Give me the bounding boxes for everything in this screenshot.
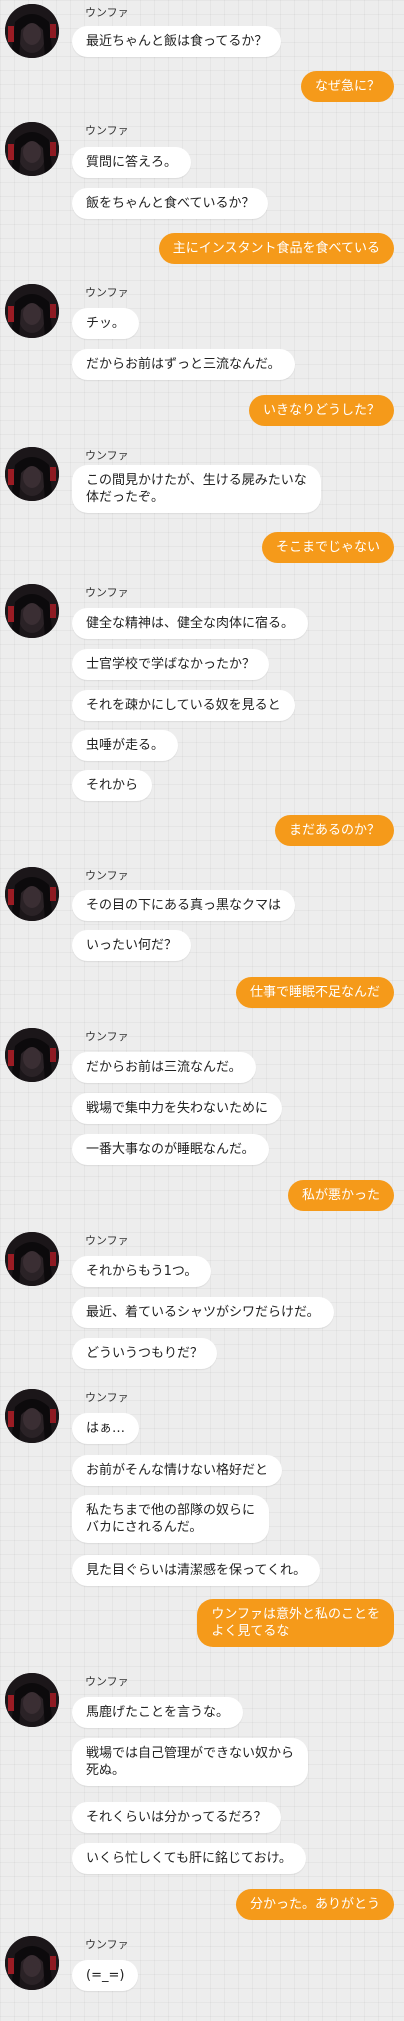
sender-name: ウンファ <box>85 449 129 462</box>
incoming-message-bubble[interactable]: 私たちまで他の部隊の奴らに バカにされるんだ。 <box>72 1495 270 1543</box>
outgoing-message-bubble[interactable]: ウンファは意外と私のことを よく見てるな <box>197 1599 394 1647</box>
incoming-message-bubble[interactable]: 見た目ぐらいは清潔感を保ってくれ。 <box>72 1555 321 1586</box>
outgoing-message-bubble[interactable]: まだあるのか？ <box>274 815 394 846</box>
outgoing-message-bubble[interactable]: 主にインスタント食品を食べている <box>158 233 394 264</box>
outgoing-message-bubble[interactable]: なぜ急に？ <box>300 71 394 102</box>
incoming-message-bubble[interactable]: それから <box>72 770 153 801</box>
avatar[interactable] <box>5 4 59 58</box>
avatar[interactable] <box>5 1673 59 1727</box>
incoming-message-bubble[interactable]: 最近ちゃんと飯は食ってるか？ <box>72 26 282 57</box>
incoming-message-bubble[interactable]: お前がそんな情けない格好だと <box>72 1455 283 1486</box>
sender-name: ウンファ <box>85 1391 129 1404</box>
outgoing-message-bubble[interactable]: 分かった。ありがとう <box>235 1889 394 1920</box>
avatar[interactable] <box>5 1232 59 1286</box>
incoming-message-bubble[interactable]: いくら忙しくても肝に銘じておけ。 <box>72 1843 306 1874</box>
incoming-message-bubble[interactable]: 一番大事なのが睡眠なんだ。 <box>72 1134 269 1165</box>
incoming-message-bubble[interactable]: 士官学校で学ばなかったか？ <box>72 649 270 680</box>
chat-log: ウンファ 最近ちゃんと飯は食ってるか？ なぜ急に？ ウンファ 質問に答えろ。 飯をちゃんと… <box>0 0 404 2021</box>
avatar[interactable] <box>5 284 59 338</box>
avatar[interactable] <box>5 447 59 501</box>
incoming-message-bubble[interactable]: チッ。 <box>72 308 139 339</box>
sender-name: ウンファ <box>85 1234 129 1247</box>
avatar[interactable] <box>5 867 59 921</box>
outgoing-message-bubble[interactable]: 仕事で睡眠不足なんだ <box>235 977 394 1008</box>
avatar[interactable] <box>5 584 59 638</box>
sender-name: ウンファ <box>85 124 129 137</box>
incoming-message-bubble[interactable]: それくらいは分かってるだろ？ <box>72 1802 281 1833</box>
sender-name: ウンファ <box>85 1675 129 1688</box>
incoming-message-bubble[interactable]: それを疎かにしている奴を見ると <box>72 690 295 721</box>
sender-name: ウンファ <box>85 286 129 299</box>
sender-name: ウンファ <box>85 586 129 599</box>
incoming-message-bubble[interactable]: だからお前は三流なんだ。 <box>72 1052 256 1083</box>
avatar[interactable] <box>5 1028 59 1082</box>
incoming-message-bubble[interactable]: 戦場では自己管理ができない奴から 死ぬ。 <box>72 1738 309 1786</box>
outgoing-message-bubble[interactable]: そこまでじゃない <box>261 532 394 563</box>
outgoing-message-bubble[interactable]: 私が悪かった <box>287 1180 394 1211</box>
incoming-message-bubble[interactable]: この間見かけたが、生ける屍みたいな 体だったぞ。 <box>72 465 321 513</box>
incoming-message-bubble[interactable]: 虫唾が走る。 <box>72 730 179 761</box>
outgoing-message-bubble[interactable]: いきなりどうした？ <box>248 395 394 426</box>
incoming-message-bubble[interactable]: それからもう1つ。 <box>72 1256 212 1287</box>
incoming-message-bubble[interactable]: その目の下にある真っ黒なクマは <box>72 890 296 921</box>
avatar[interactable] <box>5 1936 59 1990</box>
incoming-message-bubble[interactable]: どういうつもりだ？ <box>72 1338 218 1369</box>
incoming-message-bubble[interactable]: はぁ… <box>72 1413 140 1444</box>
incoming-message-bubble[interactable]: 健全な精神は、健全な肉体に宿る。 <box>72 608 309 639</box>
sender-name: ウンファ <box>85 869 129 882</box>
incoming-message-bubble[interactable]: だからお前はずっと三流なんだ。 <box>72 349 295 380</box>
incoming-message-bubble[interactable]: (=_=) <box>72 1960 139 1991</box>
avatar[interactable] <box>5 122 59 176</box>
avatar[interactable] <box>5 1389 59 1443</box>
incoming-message-bubble[interactable]: いったい何だ？ <box>72 930 192 961</box>
sender-name: ウンファ <box>85 6 129 19</box>
sender-name: ウンファ <box>85 1938 129 1951</box>
incoming-message-bubble[interactable]: 戦場で集中力を失わないために <box>72 1093 283 1124</box>
incoming-message-bubble[interactable]: 馬鹿げたことを言うな。 <box>72 1697 244 1728</box>
incoming-message-bubble[interactable]: 最近、着ているシャツがシワだらけだ。 <box>72 1297 334 1328</box>
incoming-message-bubble[interactable]: 質問に答えろ。 <box>72 147 192 178</box>
sender-name: ウンファ <box>85 1030 129 1043</box>
incoming-message-bubble[interactable]: 飯をちゃんと食べているか？ <box>72 188 269 219</box>
